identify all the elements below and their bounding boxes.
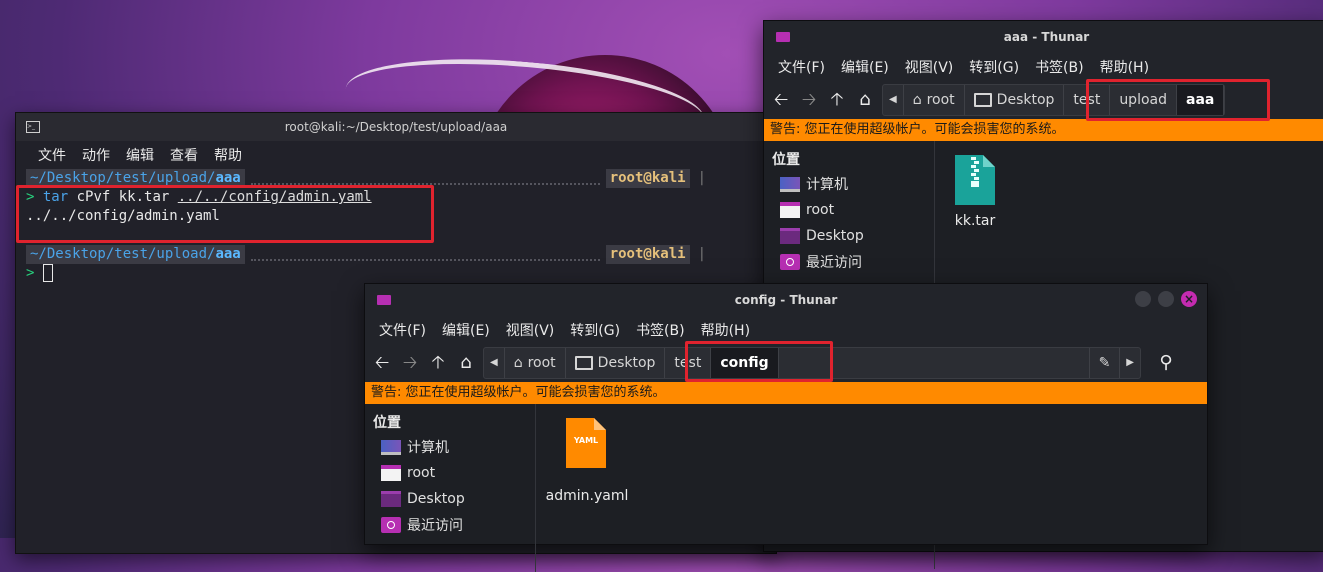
highlight-command-box (16, 185, 434, 243)
highlight-path-box-config (685, 341, 833, 382)
menu-help[interactable]: 帮助(H) (1092, 57, 1157, 77)
prompt-user: root@kali (605, 245, 690, 264)
file-item-admin-yaml[interactable]: YAML admin.yaml (542, 416, 632, 506)
sidebar-item-computer[interactable]: 计算机 (365, 434, 535, 460)
sidebar-item-desktop[interactable]: Desktop (365, 486, 535, 512)
yaml-icon-label: YAML (573, 436, 599, 445)
thunar-window-config[interactable]: config - Thunar × 文件(F) 编辑(E) 视图(V) 转到(G… (364, 283, 1208, 572)
sidebar-item-root[interactable]: root (764, 197, 934, 223)
text-cursor (42, 264, 53, 282)
prompt-line: ~/Desktop/test/upload/aaa root@kali | (26, 245, 766, 264)
menu-edit[interactable]: 编辑(E) (434, 320, 498, 340)
close-button[interactable]: × (1181, 291, 1197, 307)
desktop-folder-icon (381, 491, 401, 507)
folder-icon (776, 32, 790, 42)
terminal-titlebar[interactable]: >_ root@kali:~/Desktop/test/upload/aaa (16, 113, 776, 141)
path-segment-root[interactable]: ⌂ root (904, 85, 965, 115)
menu-view[interactable]: 查看 (162, 145, 206, 165)
menu-file[interactable]: 文件(F) (770, 57, 833, 77)
path-segment-desktop[interactable]: Desktop (566, 348, 666, 378)
archive-zip-icon (955, 155, 995, 205)
highlight-path-box-aaa (1086, 79, 1270, 121)
file-name: kk.tar (954, 213, 996, 229)
file-view[interactable]: YAML admin.yaml (536, 404, 1207, 572)
menu-view[interactable]: 视图(V) (897, 57, 962, 77)
terminal-title: root@kali:~/Desktop/test/upload/aaa (284, 120, 508, 134)
thunar-menubar: 文件(F) 编辑(E) 视图(V) 转到(G) 书签(B) 帮助(H) (764, 53, 1323, 81)
path-segment-desktop[interactable]: Desktop (965, 85, 1065, 115)
menu-edit[interactable]: 编辑(E) (833, 57, 897, 77)
menu-go[interactable]: 转到(G) (562, 320, 628, 340)
home-folder-icon (780, 202, 800, 218)
up-arrow-icon[interactable]: 🡡 (826, 89, 848, 111)
sidebar-heading: 位置 (772, 152, 800, 168)
terminal-menubar: 文件 动作 编辑 查看 帮助 (16, 141, 776, 169)
thunar-titlebar[interactable]: config - Thunar × (365, 284, 1207, 316)
menu-view[interactable]: 视图(V) (498, 320, 563, 340)
sidebar-item-computer[interactable]: 计算机 (764, 171, 934, 197)
path-segment-root[interactable]: ⌂ root (505, 348, 566, 378)
window-title: aaa - Thunar (1003, 30, 1090, 44)
prompt-path: ~/Desktop/test/upload/aaa (26, 245, 245, 264)
home-icon: ⌂ (912, 92, 922, 108)
menu-bookmarks[interactable]: 书签(B) (1027, 57, 1092, 77)
edit-path-pencil-icon[interactable]: ✎ (1088, 348, 1120, 378)
menu-go[interactable]: 转到(G) (961, 57, 1027, 77)
back-arrow-icon[interactable]: 🡠 (770, 89, 792, 111)
sidebar-item-root[interactable]: root (365, 460, 535, 486)
sidebar-item-recent[interactable]: 最近访问 (365, 512, 535, 538)
menu-actions[interactable]: 动作 (74, 145, 118, 165)
terminal-icon: >_ (26, 121, 40, 133)
root-warning-banner: 警告: 您正在使用超级帐户。可能会损害您的系统。 (764, 119, 1323, 141)
window-title: config - Thunar (734, 293, 838, 307)
prompt-filler (250, 173, 600, 185)
path-scroll-right-icon[interactable]: ▶ (1119, 348, 1140, 378)
thunar-titlebar[interactable]: aaa - Thunar (764, 21, 1323, 53)
thunar-menubar: 文件(F) 编辑(E) 视图(V) 转到(G) 书签(B) 帮助(H) (365, 316, 1207, 344)
recent-icon (381, 517, 401, 533)
menu-edit[interactable]: 编辑 (118, 145, 162, 165)
forward-arrow-icon[interactable]: 🡢 (399, 352, 421, 374)
home-icon[interactable]: ⌂ (854, 89, 876, 111)
up-arrow-icon[interactable]: 🡡 (427, 352, 449, 374)
minimize-button[interactable] (1135, 291, 1151, 307)
back-arrow-icon[interactable]: 🡠 (371, 352, 393, 374)
home-icon: ⌂ (513, 355, 523, 371)
home-icon[interactable]: ⌂ (455, 352, 477, 374)
file-item-kk-tar[interactable]: kk.tar (935, 153, 1015, 233)
maximize-button[interactable] (1158, 291, 1174, 307)
desktop-icon (973, 93, 992, 107)
path-scroll-left-icon[interactable]: ◀ (883, 85, 904, 115)
folder-icon (377, 295, 391, 305)
menu-file[interactable]: 文件 (30, 145, 74, 165)
desktop-icon (574, 356, 593, 370)
forward-arrow-icon[interactable]: 🡢 (798, 89, 820, 111)
home-folder-icon (381, 465, 401, 481)
search-icon[interactable]: ⚲ (1155, 352, 1177, 374)
desktop-folder-icon (780, 228, 800, 244)
sidebar-heading: 位置 (373, 415, 401, 431)
sidebar-item-desktop[interactable]: Desktop (764, 223, 934, 249)
recent-icon (780, 254, 800, 270)
prompt-user: root@kali (605, 169, 690, 188)
menu-help[interactable]: 帮助 (206, 145, 250, 165)
computer-icon (780, 176, 800, 192)
menu-file[interactable]: 文件(F) (371, 320, 434, 340)
menu-bookmarks[interactable]: 书签(B) (628, 320, 693, 340)
path-scroll-left-icon[interactable]: ◀ (484, 348, 505, 378)
input-line[interactable]: > (26, 264, 766, 283)
sidebar: 位置 计算机 root Desktop 最近访问 (365, 404, 536, 572)
sidebar-item-recent[interactable]: 最近访问 (764, 249, 934, 275)
computer-icon (381, 439, 401, 455)
menu-help[interactable]: 帮助(H) (693, 320, 758, 340)
root-warning-banner: 警告: 您正在使用超级帐户。可能会损害您的系统。 (365, 382, 1207, 404)
file-name: admin.yaml (545, 488, 629, 504)
prompt-filler (250, 249, 600, 261)
